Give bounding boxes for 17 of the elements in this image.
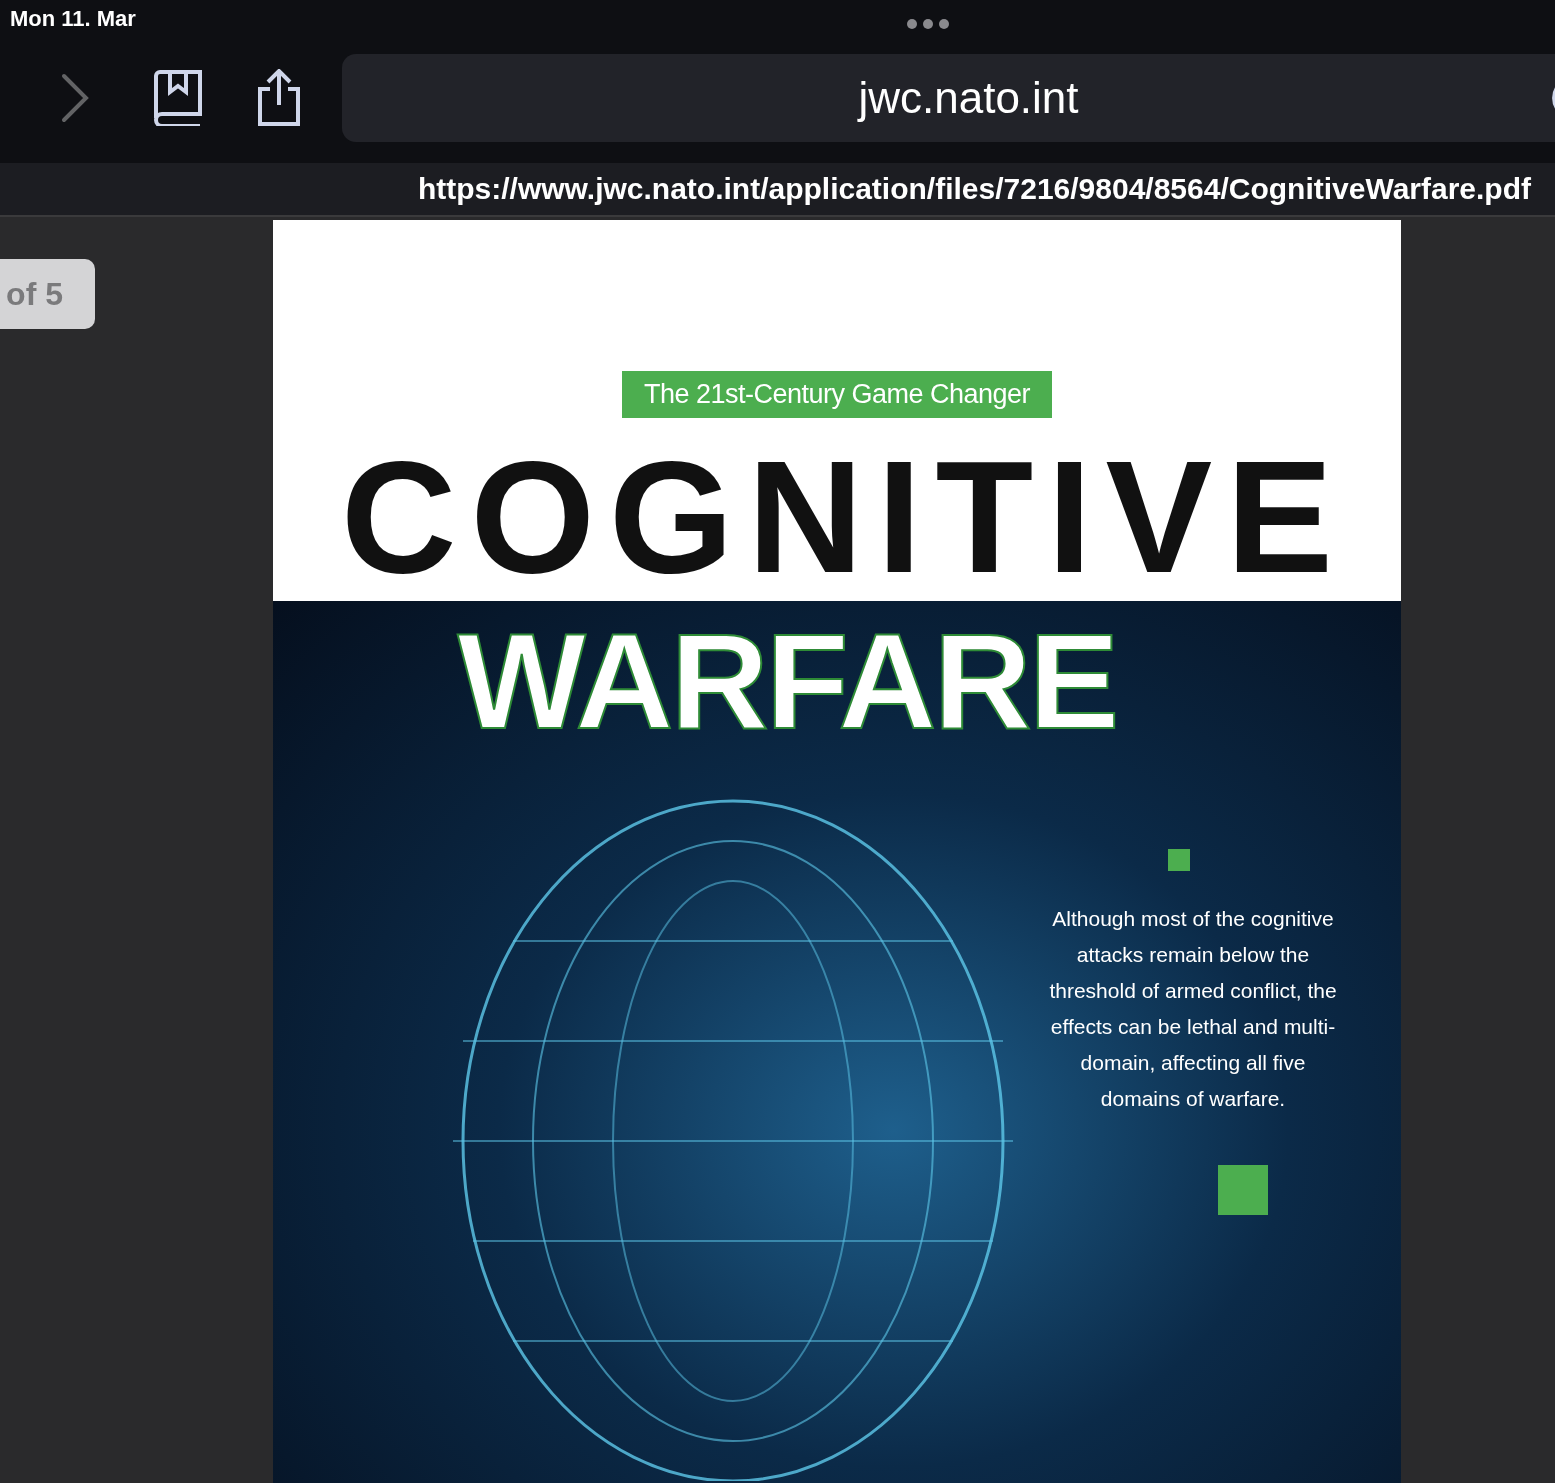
multitasking-dots-icon[interactable] — [906, 18, 950, 30]
page-count: of 5 — [6, 275, 63, 313]
square-mark — [1218, 1165, 1268, 1215]
tagline-label: The 21st-Century Game Changer — [621, 371, 1053, 418]
blurb-paragraph: Although most of the cognitive attacks remain below the threshold of armed conflict, the effects can be lethal and multi-domain, affecting all five domains of warfare. — [1048, 906, 1338, 1112]
book-icon — [152, 70, 204, 126]
status-date: Mon 11. Mar — [10, 6, 136, 32]
address-text: jwc.nato.int — [858, 73, 1079, 123]
title-heading: WARFARE — [457, 611, 1117, 751]
bookmarks-button[interactable] — [152, 70, 204, 126]
share-icon — [256, 69, 302, 127]
share-button[interactable] — [256, 69, 302, 127]
title-heading: COGNITIVE — [340, 452, 1348, 582]
chevron-right-icon — [60, 73, 90, 123]
address-field[interactable]: jwc.nato.int — [342, 54, 1555, 142]
square-mark — [1168, 849, 1190, 871]
url-text: https://www.jwc.nato.int/application/files/7216/9804/8564/CognitiveWarfare.pdf — [417, 172, 1531, 206]
